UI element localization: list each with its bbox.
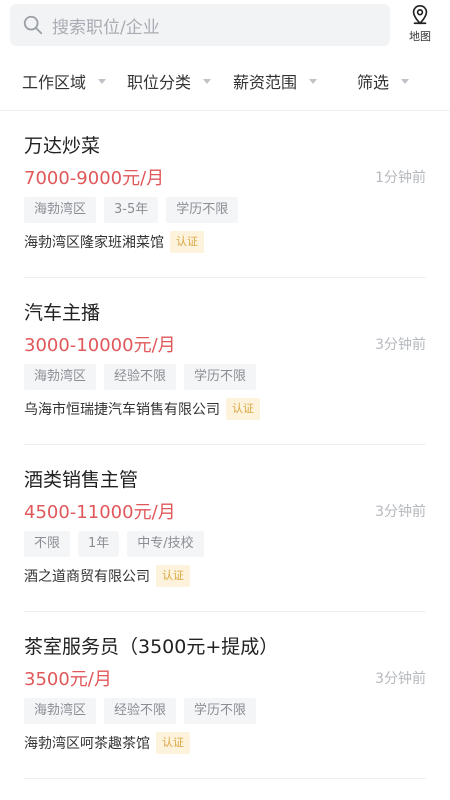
filter-label: 工作区域 bbox=[22, 73, 87, 92]
job-tag: 1年 bbox=[78, 531, 120, 557]
search-placeholder: 搜索职位/企业 bbox=[52, 17, 160, 38]
map-button[interactable]: 地图 bbox=[400, 4, 440, 46]
job-time: 1分钟前 bbox=[375, 170, 426, 186]
job-salary: 7000-9000元/月 bbox=[24, 168, 165, 189]
caret-down-icon bbox=[401, 78, 410, 84]
search-icon bbox=[23, 15, 43, 35]
filter-category[interactable]: 职位分类 bbox=[127, 52, 212, 110]
company-name: 乌海市恒瑞捷汽车销售有限公司 bbox=[24, 402, 220, 418]
job-tag: 海勃湾区 bbox=[24, 364, 97, 390]
job-list: 万达炒菜 7000-9000元/月 1分钟前 海勃湾区 3-5年 学历不限 海勃… bbox=[0, 111, 450, 779]
job-tag: 学历不限 bbox=[166, 197, 239, 223]
job-tag: 经验不限 bbox=[104, 698, 177, 724]
job-title: 万达炒菜 bbox=[24, 135, 101, 157]
search-input[interactable]: 搜索职位/企业 bbox=[10, 4, 390, 46]
job-tag: 3-5年 bbox=[104, 197, 159, 223]
job-tags: 海勃湾区 经验不限 学历不限 bbox=[24, 364, 264, 390]
map-pin-icon bbox=[412, 5, 428, 25]
job-title: 茶室服务员（3500元+提成） bbox=[24, 636, 279, 658]
job-company: 酒之道商贸有限公司 认证 bbox=[24, 565, 190, 587]
map-label: 地图 bbox=[409, 30, 431, 43]
job-time: 3分钟前 bbox=[375, 671, 426, 687]
job-tag: 中专/技校 bbox=[127, 531, 204, 557]
caret-down-icon bbox=[203, 78, 212, 84]
job-tag: 不限 bbox=[24, 531, 71, 557]
job-salary: 3500元/月 bbox=[24, 669, 112, 690]
filter-salary[interactable]: 薪资范围 bbox=[233, 52, 318, 110]
company-name: 酒之道商贸有限公司 bbox=[24, 569, 150, 585]
filter-bar: 工作区域 职位分类 薪资范围 筛选 bbox=[0, 52, 450, 111]
job-tag: 海勃湾区 bbox=[24, 698, 97, 724]
company-name: 海勃湾区呵茶趣茶馆 bbox=[24, 736, 150, 752]
caret-down-icon bbox=[309, 78, 318, 84]
job-company: 海勃湾区呵茶趣茶馆 认证 bbox=[24, 732, 190, 754]
job-card[interactable]: 万达炒菜 7000-9000元/月 1分钟前 海勃湾区 3-5年 学历不限 海勃… bbox=[24, 111, 426, 278]
job-card[interactable]: 酒类销售主管 4500-11000元/月 3分钟前 不限 1年 中专/技校 酒之… bbox=[24, 445, 426, 612]
verified-badge: 认证 bbox=[156, 565, 190, 587]
filter-label: 职位分类 bbox=[127, 73, 192, 92]
job-time: 3分钟前 bbox=[375, 504, 426, 520]
job-salary: 4500-11000元/月 bbox=[24, 502, 176, 523]
job-tags: 海勃湾区 3-5年 学历不限 bbox=[24, 197, 246, 223]
verified-badge: 认证 bbox=[170, 231, 204, 253]
job-tags: 海勃湾区 经验不限 学历不限 bbox=[24, 698, 264, 724]
verified-badge: 认证 bbox=[156, 732, 190, 754]
top-bar: 搜索职位/企业 地图 bbox=[0, 0, 450, 52]
job-card[interactable]: 汽车主播 3000-10000元/月 3分钟前 海勃湾区 经验不限 学历不限 乌… bbox=[24, 278, 426, 445]
job-tag: 经验不限 bbox=[104, 364, 177, 390]
filter-more[interactable]: 筛选 bbox=[357, 52, 410, 110]
job-tag: 学历不限 bbox=[184, 698, 257, 724]
company-name: 海勃湾区隆家班湘菜馆 bbox=[24, 235, 164, 251]
job-title: 汽车主播 bbox=[24, 302, 101, 324]
filter-area[interactable]: 工作区域 bbox=[22, 52, 107, 110]
job-title: 酒类销售主管 bbox=[24, 469, 139, 491]
job-tag: 海勃湾区 bbox=[24, 197, 97, 223]
job-card[interactable]: 茶室服务员（3500元+提成） 3500元/月 3分钟前 海勃湾区 经验不限 学… bbox=[24, 612, 426, 779]
verified-badge: 认证 bbox=[226, 398, 260, 420]
caret-down-icon bbox=[98, 78, 107, 84]
job-tag: 学历不限 bbox=[184, 364, 257, 390]
job-time: 3分钟前 bbox=[375, 337, 426, 353]
job-tags: 不限 1年 中专/技校 bbox=[24, 531, 212, 557]
job-salary: 3000-10000元/月 bbox=[24, 335, 176, 356]
job-company: 乌海市恒瑞捷汽车销售有限公司 认证 bbox=[24, 398, 260, 420]
job-company: 海勃湾区隆家班湘菜馆 认证 bbox=[24, 231, 204, 253]
filter-label: 薪资范围 bbox=[233, 73, 298, 92]
filter-label: 筛选 bbox=[357, 73, 390, 92]
